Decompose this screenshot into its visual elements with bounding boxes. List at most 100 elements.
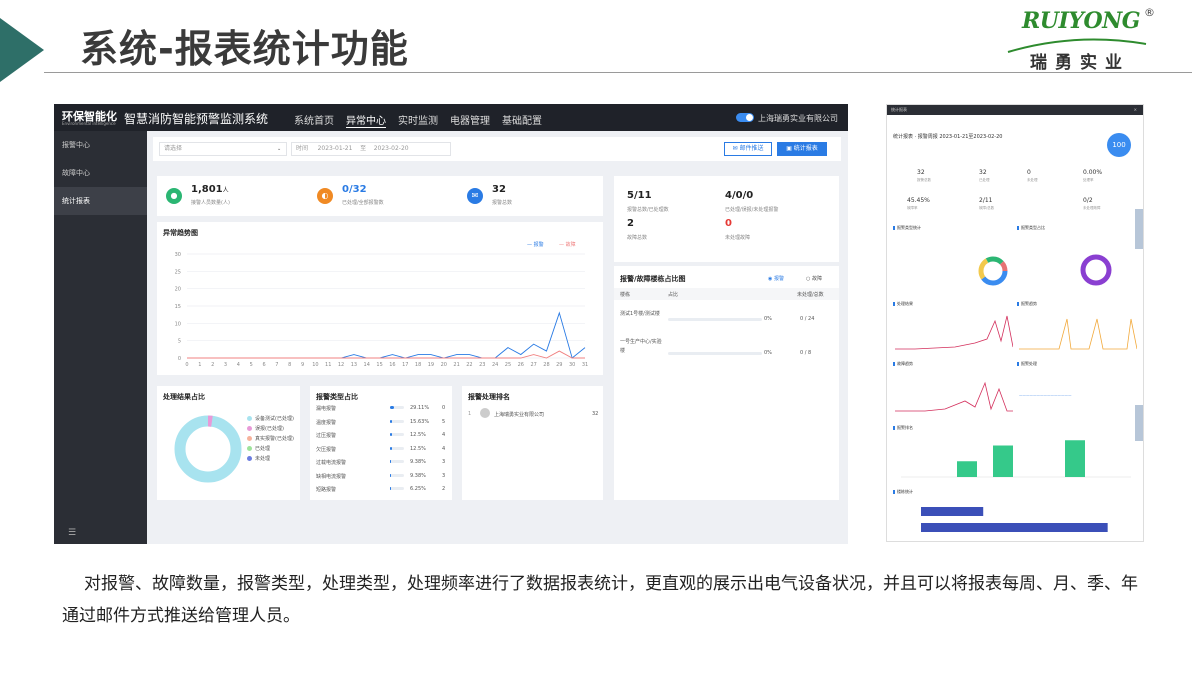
alarm-type-count: 0 [442, 405, 446, 411]
mini-donut-chart [978, 256, 1008, 286]
radio-alarm[interactable]: ◉ 报警 [768, 275, 784, 282]
legend-dot [247, 456, 252, 461]
alarm-type-name: 温度报警 [316, 419, 337, 426]
metric-value: 32 [917, 169, 925, 176]
alarm-fault-overview-card: 5/11 报警总数/已处理数 4/0/0 已处理/误报/未处理报警 2 故障总数… [614, 176, 839, 262]
x-tick-label: 19 [428, 362, 434, 368]
metric-label: 处理率 [1083, 178, 1094, 182]
alarm-type-bar [390, 406, 404, 409]
company-name: 上海瑞勇实业有限公司 [758, 114, 838, 123]
slide-arrow-decoration [0, 18, 44, 82]
x-tick-label: 31 [582, 362, 588, 368]
exception-trend-card: 异常趋势图 — 报警 — 故障 0 5 10 15 20 25 30 0 1 2 3 4 5 6 7 8 9 10… [157, 222, 603, 375]
row-ratio-bar [668, 352, 762, 355]
y-tick-label: 10 [175, 321, 181, 327]
report-window-title: 统计报表 [891, 107, 907, 112]
theme-toggle[interactable] [736, 113, 754, 122]
alarm-type-pct: 29.11% [410, 405, 430, 411]
date-range-picker[interactable]: 时间 2023-01-21 至 2023-02-20 [291, 142, 451, 156]
section-title: 报警排名 [893, 425, 913, 431]
mail-push-button[interactable]: ✉ 邮件推送 [724, 142, 772, 156]
x-tick-label: 26 [518, 362, 524, 368]
logo-registered-mark: ® [1144, 6, 1155, 19]
start-date: 2023-01-21 [317, 145, 353, 152]
alarm-type-bar [390, 487, 404, 490]
sidebar-item-alarm-center[interactable]: 报警中心 [54, 131, 147, 159]
section-title: 故障趋势 [893, 361, 913, 367]
statistics-report-label: 统计报表 [793, 145, 818, 152]
x-tick-label: 23 [479, 362, 485, 368]
legend-label: 已处理 [255, 446, 271, 452]
building-table-header: 楼栋 占比 未处理/总数 [614, 288, 839, 300]
rank-count: 32 [592, 411, 599, 417]
sidebar-item-fault-center[interactable]: 故障中心 [54, 159, 147, 187]
header-building: 楼栋 [620, 292, 631, 298]
x-tick-label: 27 [530, 362, 536, 368]
logo-wordmark: RUIYONG [1022, 8, 1141, 34]
logo-chinese-name: 瑞勇实业 [1030, 53, 1130, 73]
date-separator: 至 [360, 145, 367, 152]
row-building-name: 测试1号楼/测试楼 [620, 311, 660, 317]
x-tick-label: 21 [453, 362, 459, 368]
section-title: 报警类型统计 [893, 225, 921, 231]
alarm-type-name: 过压报警 [316, 433, 337, 439]
mini-bar [993, 445, 1013, 477]
alarm-type-name: 欠压报警 [316, 446, 337, 453]
mini-fault-trend [1019, 318, 1137, 350]
x-tick-label: 6 [262, 362, 265, 368]
alarm-type-name: 过载电流报警 [316, 460, 347, 466]
row-count: 0 / 24 [800, 316, 815, 322]
close-icon[interactable]: × [1134, 105, 1137, 115]
donut-segment-processed [174, 415, 242, 483]
x-tick-label: 12 [338, 362, 344, 368]
x-tick-label: 29 [556, 362, 562, 368]
metric-value: 0 [1027, 169, 1031, 176]
mini-ring-chart [1080, 254, 1112, 286]
building-ratio-title: 报警/故障楼栋占比图 [620, 275, 686, 283]
alarm-type-pct: 15.63% [410, 418, 430, 425]
nav-exception-center[interactable]: 异常中心 [346, 112, 386, 128]
collapse-menu-icon[interactable]: ☰ [68, 528, 76, 538]
mini-trend-chart-2 [895, 381, 1013, 412]
mini-hbar [921, 507, 984, 516]
report-preview-screenshot: 统计报表 × 统计报表 · 报警周报 2023-01-21至2023-02-20… [886, 104, 1144, 542]
mini-bar-chart [901, 440, 1131, 478]
end-date: 2023-02-20 [373, 145, 409, 152]
stat-value-2: 0/32 [342, 184, 367, 195]
radio-fault[interactable]: ○ 故障 [806, 275, 822, 282]
sidebar: 报警中心 故障中心 统计报表 ☰ [54, 131, 147, 544]
score-badge: 100 [1107, 133, 1131, 157]
alarm-rank-card: 报警处理排名 1 上海瑞勇实业有限公司 32 [462, 386, 603, 500]
rank-number: 1 [468, 411, 472, 417]
nav-realtime-monitor[interactable]: 实时监测 [398, 112, 438, 127]
metric-value: 2/11 [979, 197, 993, 204]
nav-appliance-management[interactable]: 电器管理 [450, 112, 490, 127]
sidebar-item-statistics-report[interactable]: 统计报表 [54, 187, 147, 215]
stat-label-2: 已处理/全部报警数 [342, 200, 384, 206]
side-tab-handle[interactable] [1135, 209, 1143, 249]
mail-push-label: 邮件推送 [739, 145, 764, 152]
app-system-name: 智慧消防智能预警监测系统 [124, 112, 269, 126]
legend-label: 误报(已处理) [255, 426, 284, 432]
y-tick-label: 20 [175, 287, 181, 293]
stat-label-3: 报警总数 [492, 200, 513, 206]
statistics-report-button[interactable]: ▣ 统计报表 [777, 142, 827, 156]
x-tick-label: 3 [224, 362, 227, 368]
report-app-screenshot: 环保智能化 Environmental intelligence 智慧消防智能预… [54, 104, 848, 544]
side-tab-handle[interactable] [1135, 405, 1143, 441]
nav-home[interactable]: 系统首页 [294, 112, 334, 127]
mini-hbar [921, 523, 1108, 532]
alarm-type-count: 4 [442, 432, 446, 438]
alarm-type-title: 报警类型占比 [316, 393, 358, 401]
x-tick-label: 15 [376, 362, 382, 368]
building-select[interactable]: 请选择 [159, 142, 287, 156]
avatar [480, 408, 490, 418]
x-tick-label: 22 [466, 362, 472, 368]
y-tick-label: 5 [178, 339, 181, 345]
nav-basic-config[interactable]: 基础配置 [502, 112, 542, 127]
x-tick-label: 18 [415, 362, 421, 368]
metric-value: 45.45% [907, 197, 930, 204]
trend-chart: 0510152025300 1 2 3 4 5 6 7 8 9 10 11 12 13 14 15 16 17 18… [175, 252, 589, 368]
alarm-type-pct: 9.38% [410, 459, 426, 465]
header-ratio: 占比 [668, 292, 679, 298]
